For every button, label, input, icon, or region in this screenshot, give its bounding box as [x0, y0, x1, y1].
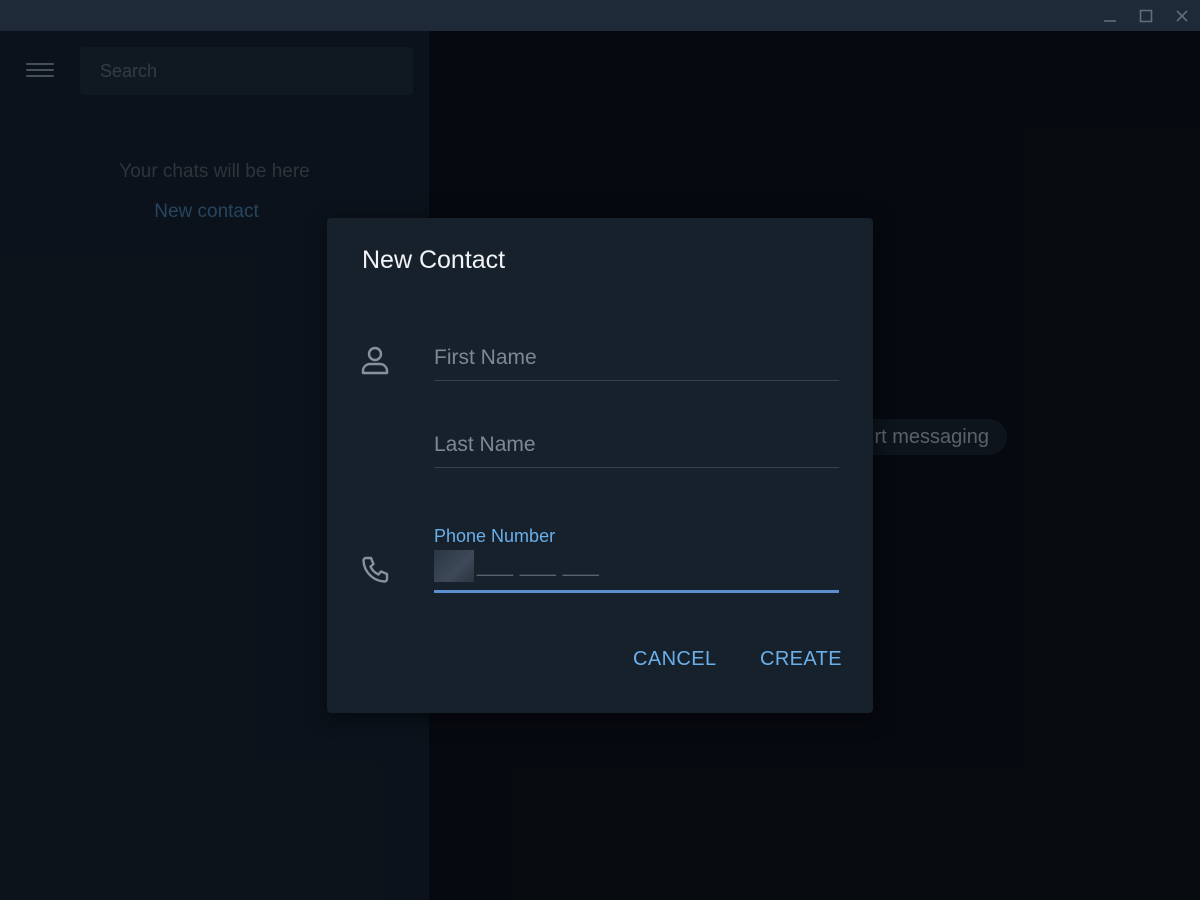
minimize-button[interactable]	[1092, 0, 1128, 31]
close-icon	[1176, 9, 1188, 22]
create-button[interactable]: CREATE	[760, 648, 842, 671]
first-name-underline	[434, 380, 839, 381]
dialog-title: New Contact	[362, 246, 506, 274]
last-name-underline	[434, 467, 839, 468]
last-name-field	[434, 433, 839, 468]
phone-number-label: Phone Number	[434, 526, 556, 546]
phone-number-field[interactable]: ___ ___ ___	[434, 550, 839, 593]
first-name-field	[434, 346, 839, 381]
new-contact-dialog: New Contact Phone Number ___ ___ ___ CAN…	[327, 218, 873, 713]
phone-country-code-blurred	[434, 550, 474, 582]
maximize-button[interactable]	[1128, 0, 1164, 31]
window-titlebar	[0, 0, 1200, 31]
last-name-input[interactable]	[434, 433, 839, 467]
window-controls	[1092, 0, 1200, 31]
phone-number-underline	[434, 590, 839, 593]
close-window-button[interactable]	[1164, 0, 1200, 31]
cancel-button[interactable]: CANCEL	[633, 648, 717, 671]
person-icon	[357, 342, 393, 378]
phone-number-mask: ___ ___ ___	[477, 554, 600, 577]
first-name-input[interactable]	[434, 346, 839, 380]
maximize-icon	[1139, 9, 1153, 22]
phone-icon	[357, 552, 393, 588]
minimize-icon	[1104, 19, 1116, 22]
